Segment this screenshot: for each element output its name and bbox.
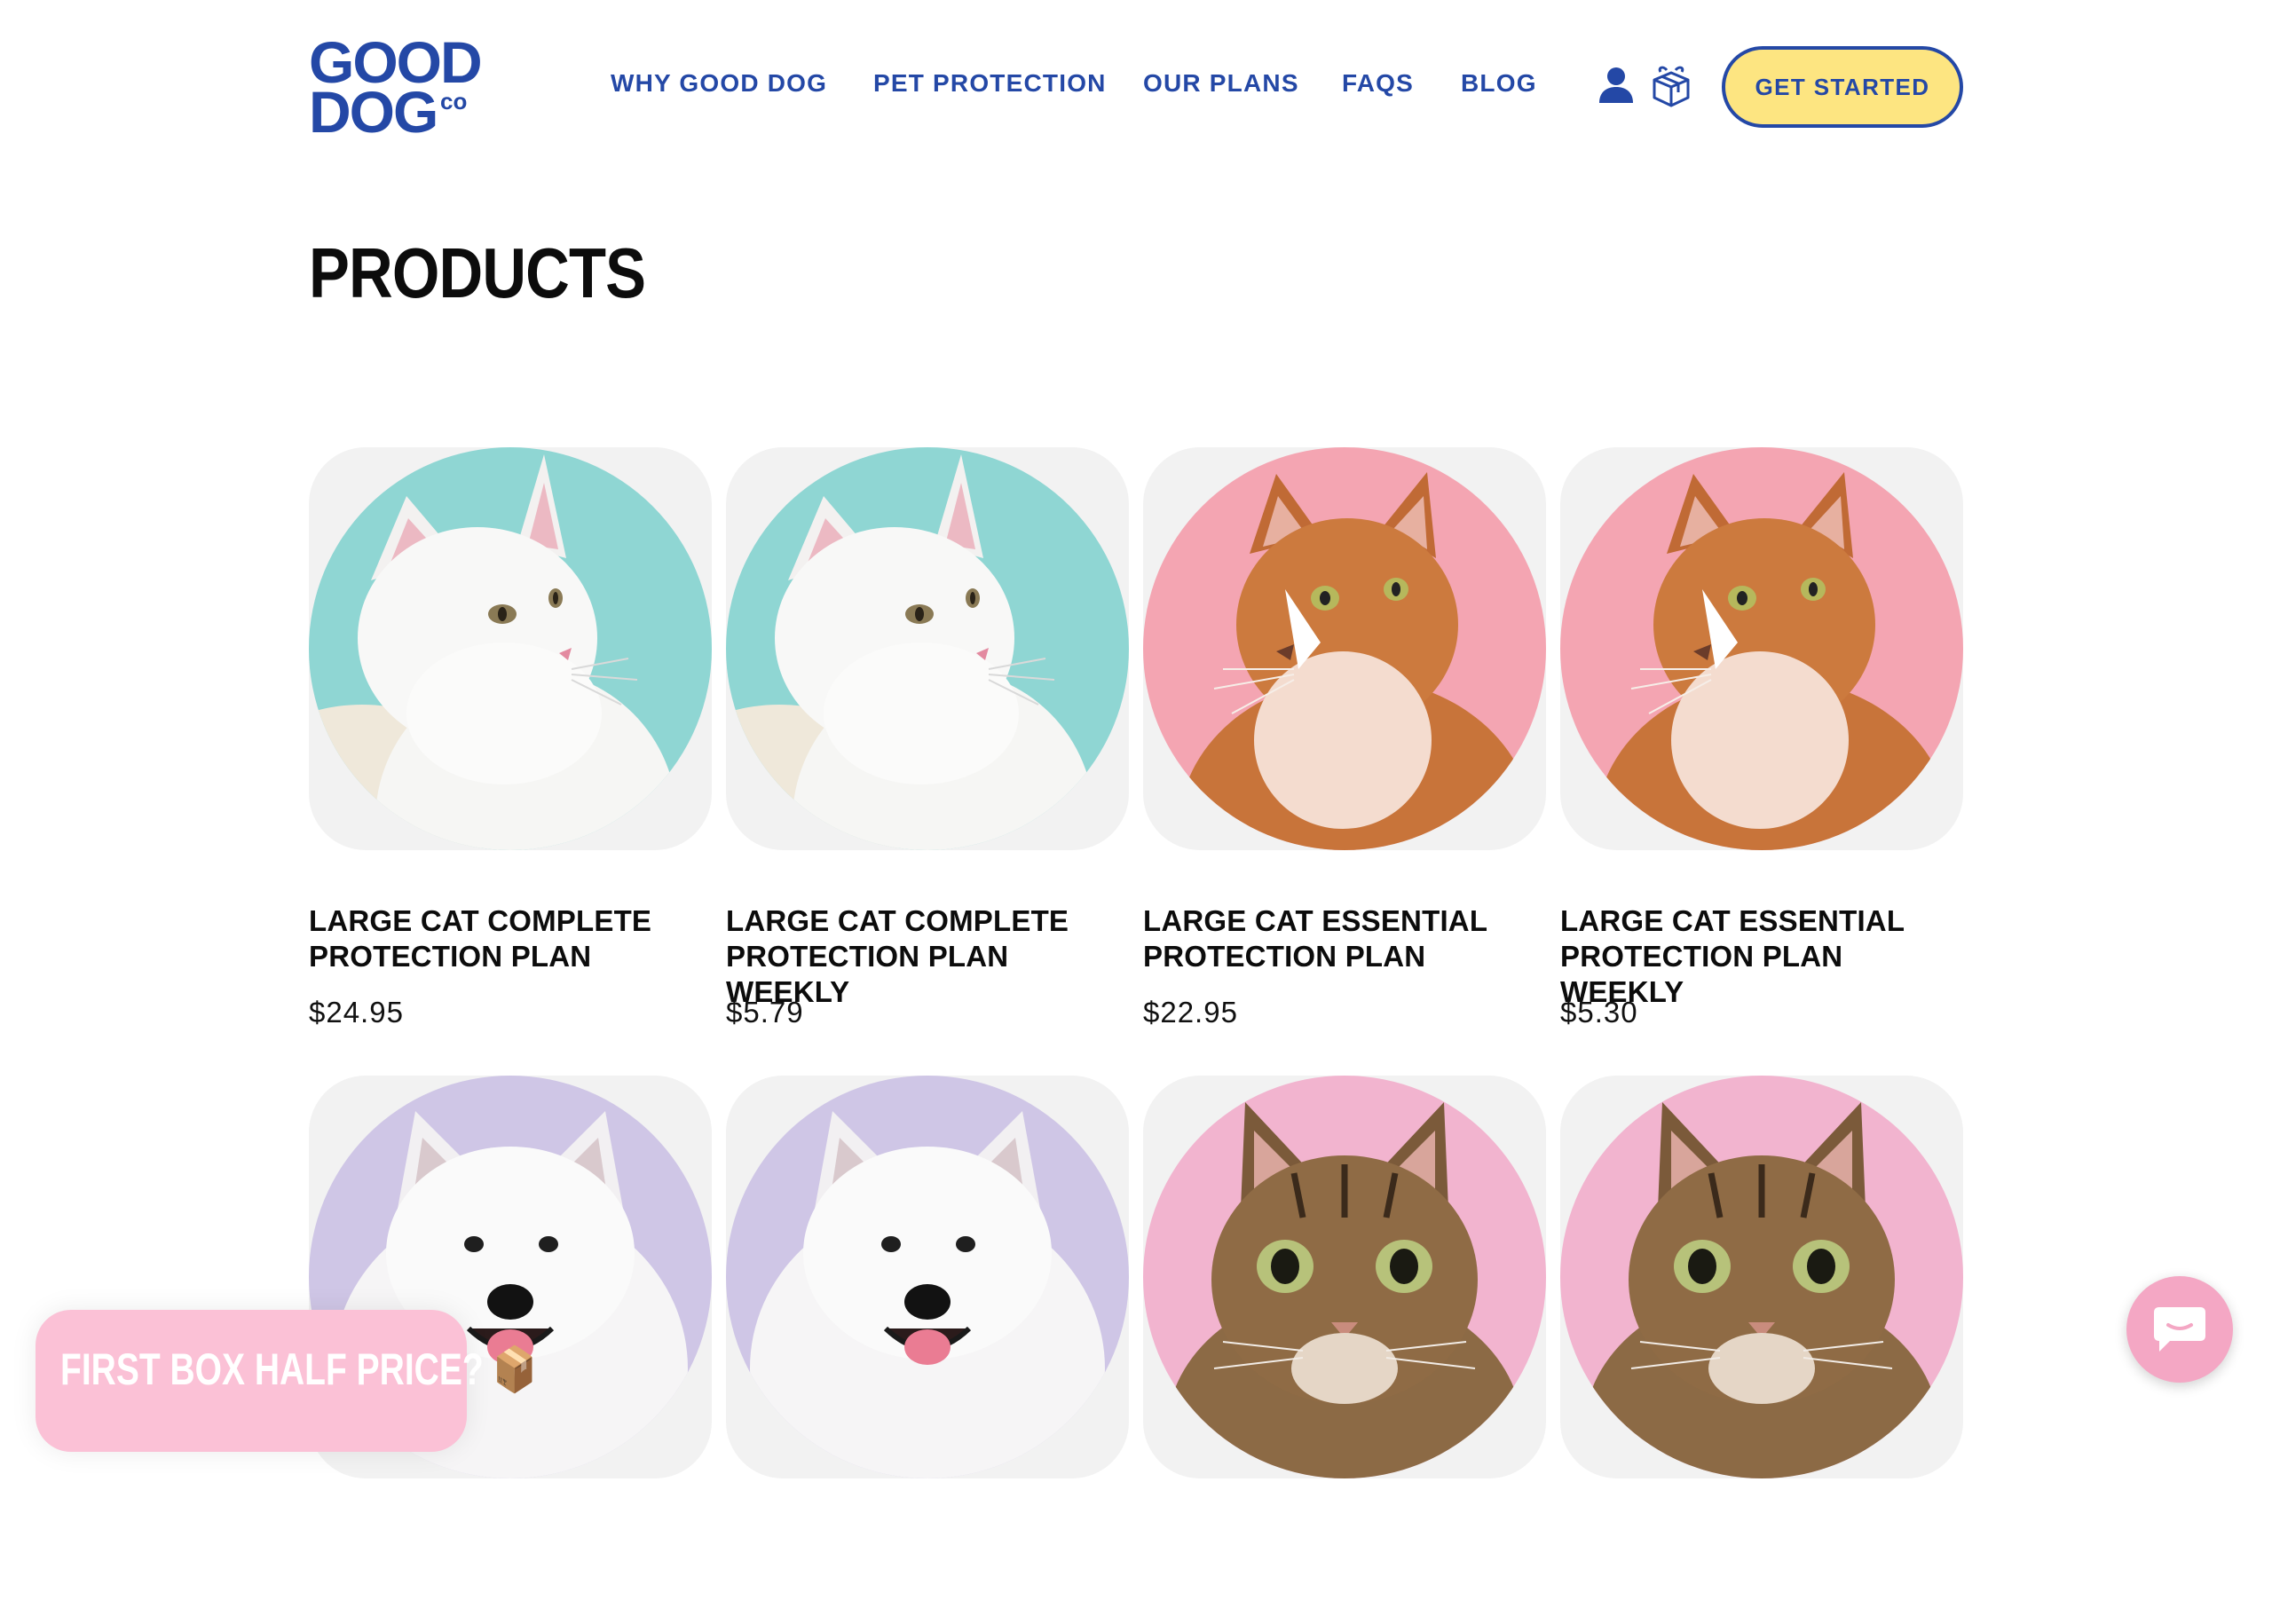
good-dog-logo[interactable]: GOOD DOG co <box>309 33 483 145</box>
product-card[interactable]: LARGE CAT COMPLETE PROTECTION PLAN $24.9… <box>309 447 712 1029</box>
samoyed-dog-image <box>726 1076 1129 1478</box>
product-image-frame <box>1143 447 1546 850</box>
product-name[interactable] <box>1143 1532 1546 1603</box>
product-name[interactable] <box>726 1532 1129 1603</box>
nav-why-good-dog[interactable]: WHY GOOD DOG <box>611 69 827 98</box>
product-image-frame <box>726 1076 1129 1478</box>
product-price: $5.30 <box>1560 996 1638 1029</box>
product-card[interactable] <box>1560 1076 1963 1624</box>
ginger-cat-image <box>1143 447 1546 850</box>
get-started-button[interactable]: GET STARTED <box>1722 46 1963 128</box>
product-image-frame <box>1560 447 1963 850</box>
chat-button[interactable] <box>2126 1276 2233 1383</box>
product-card[interactable] <box>726 1076 1129 1624</box>
product-card[interactable]: LARGE CAT ESSENTIAL PROTECTION PLAN $22.… <box>1143 447 1546 1029</box>
account-icon[interactable] <box>1598 66 1635 105</box>
product-card[interactable] <box>1143 1076 1546 1624</box>
product-name[interactable]: LARGE CAT ESSENTIAL PROTECTION PLAN WEEK… <box>1560 903 1963 1008</box>
tabby-cat-image <box>1560 1076 1963 1478</box>
tabby-cat-image <box>1143 1076 1546 1478</box>
nav-pet-protection[interactable]: PET PROTECTION <box>873 69 1107 98</box>
promo-banner[interactable]: FIRST BOX HALF PRICE? 📦 <box>36 1310 536 1452</box>
product-image-frame <box>1560 1076 1963 1478</box>
product-name[interactable]: LARGE CAT ESSENTIAL PROTECTION PLAN <box>1143 903 1546 974</box>
product-price: $22.95 <box>1143 996 1238 1029</box>
nav-our-plans[interactable]: OUR PLANS <box>1143 69 1299 98</box>
product-name[interactable] <box>1560 1532 1963 1603</box>
white-cat-image <box>309 447 712 850</box>
promo-text: FIRST BOX HALF PRICE? 📦 <box>60 1344 537 1394</box>
ginger-cat-image <box>1560 447 1963 850</box>
logo-co: co <box>440 88 468 114</box>
page-title: PRODUCTS <box>309 233 646 312</box>
product-card[interactable]: LARGE CAT ESSENTIAL PROTECTION PLAN WEEK… <box>1560 447 1963 1029</box>
product-image-frame <box>309 447 712 850</box>
gift-box-icon[interactable] <box>1649 64 1693 108</box>
nav-blog[interactable]: BLOG <box>1461 69 1537 98</box>
product-grid: LARGE CAT COMPLETE PROTECTION PLAN $24.9… <box>309 447 1963 1624</box>
product-image-frame <box>726 447 1129 850</box>
chat-icon <box>2154 1307 2205 1352</box>
product-price: $5.79 <box>726 996 804 1029</box>
product-card[interactable]: LARGE CAT COMPLETE PROTECTION PLAN WEEKL… <box>726 447 1129 1029</box>
white-cat-image <box>726 447 1129 850</box>
product-name[interactable] <box>309 1532 712 1603</box>
product-name[interactable]: LARGE CAT COMPLETE PROTECTION PLAN WEEKL… <box>726 903 1129 1008</box>
product-name[interactable]: LARGE CAT COMPLETE PROTECTION PLAN <box>309 903 712 974</box>
logo-line-dog: DOG <box>309 79 438 145</box>
product-price: $24.95 <box>309 996 404 1029</box>
product-image-frame <box>1143 1076 1546 1478</box>
nav-faqs[interactable]: FAQS <box>1342 69 1414 98</box>
